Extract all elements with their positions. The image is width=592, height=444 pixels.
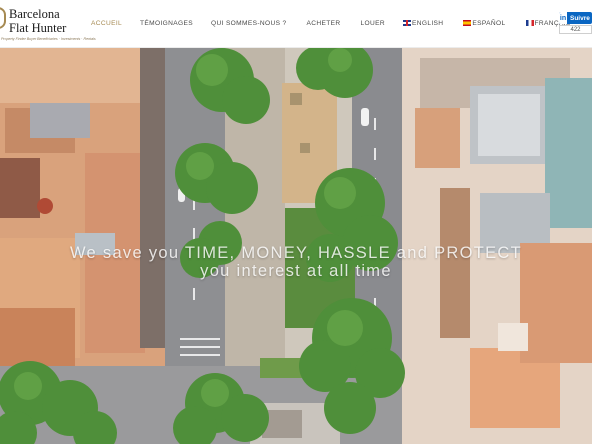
nav-rent[interactable]: LOUER xyxy=(361,20,385,27)
logo-tagline: Property Finder Buyer Beneficiaries · In… xyxy=(1,37,96,41)
linkedin-follow-widget: in Suivre 422 xyxy=(559,12,592,34)
hero-banner: We save you TIME, MONEY, HASSLE and PROT… xyxy=(0,48,592,444)
hero-tagline-line2: you interest at all time xyxy=(200,262,392,280)
logo-title-line1: Barcelona xyxy=(9,7,60,21)
linkedin-follower-count: 422 xyxy=(559,25,592,34)
nav-testimonials[interactable]: TÉMOIGNAGES xyxy=(140,20,193,27)
flag-uk-icon xyxy=(402,20,411,26)
nav-lang-english-label: ENGLISH xyxy=(411,19,444,27)
nav-lang-spanish-label: ESPAÑOL xyxy=(472,19,506,27)
linkedin-icon: in xyxy=(559,12,568,24)
nav-lang-spanish[interactable]: ESPAÑOL xyxy=(463,20,505,27)
logo-mark-icon xyxy=(0,7,6,29)
nav-about[interactable]: QUI SOMMES-NOUS ? xyxy=(211,20,287,27)
nav-home[interactable]: ACCUEIL xyxy=(91,20,122,27)
hero-tagline-line1: We save you TIME, MONEY, HASSLE and PROT… xyxy=(69,244,523,262)
linkedin-follow-label: Suivre xyxy=(570,14,590,22)
logo-title-line2: Flat Hunter xyxy=(9,21,67,35)
main-nav: ACCUEIL TÉMOIGNAGES QUI SOMMES-NOUS ? AC… xyxy=(84,0,571,46)
site-header: Barcelona Flat Hunter Property Finder Bu… xyxy=(0,0,592,48)
flag-es-icon xyxy=(463,20,472,26)
site-logo[interactable]: Barcelona Flat Hunter Property Finder Bu… xyxy=(0,6,96,44)
nav-buy[interactable]: ACHETER xyxy=(307,20,341,27)
nav-lang-english[interactable]: ENGLISH xyxy=(402,19,444,27)
flag-fr-icon xyxy=(525,20,534,26)
hero-tagline: We save you TIME, MONEY, HASSLE and PROT… xyxy=(0,244,592,280)
linkedin-follow-button[interactable]: in Suivre xyxy=(559,12,592,24)
